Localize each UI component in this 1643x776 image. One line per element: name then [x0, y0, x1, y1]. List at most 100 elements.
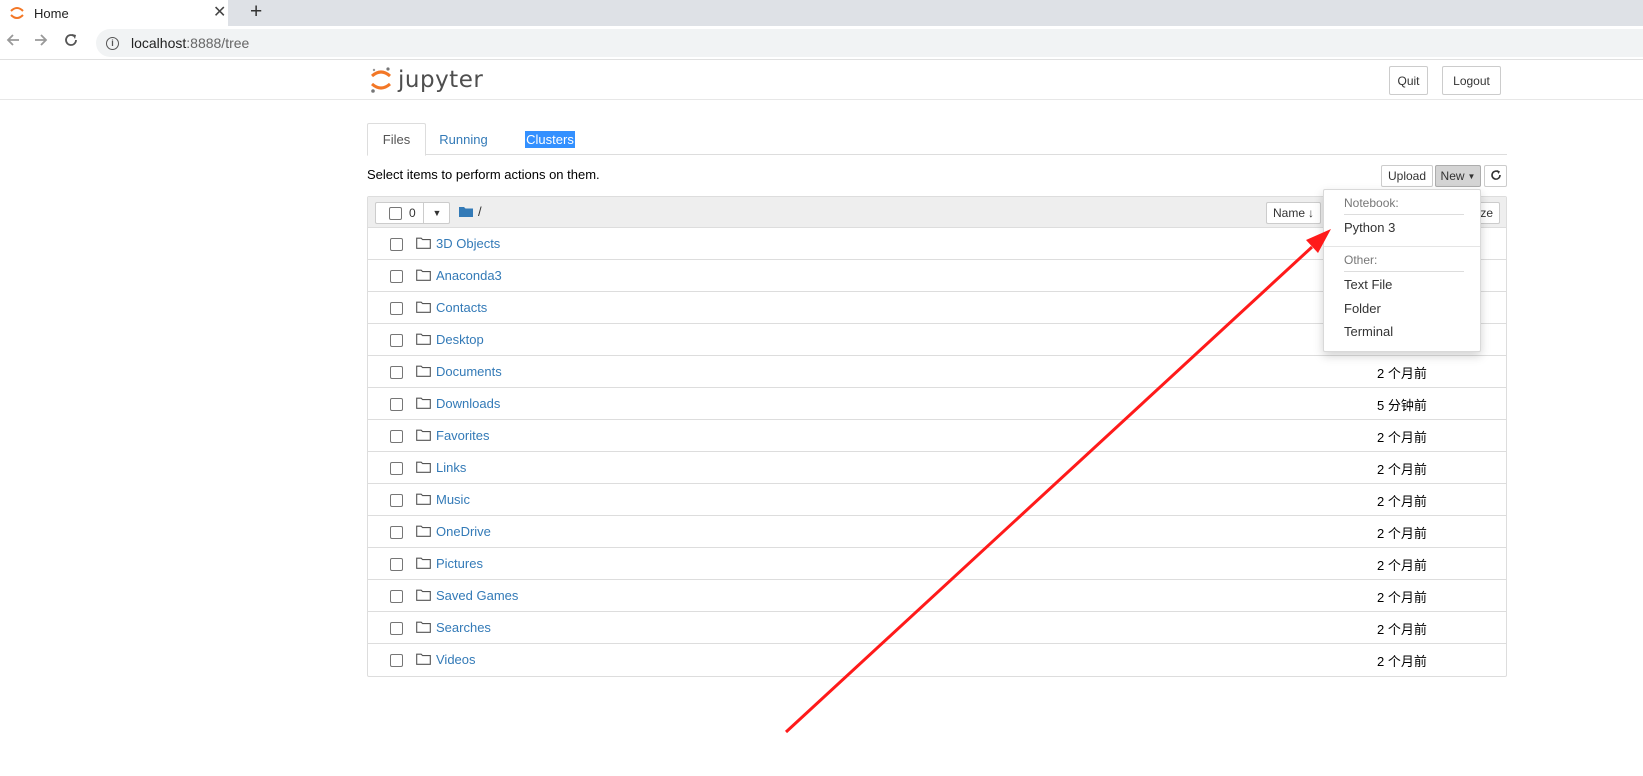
browser-tab-bar: Home ✕ +	[0, 0, 1643, 26]
folder-icon	[416, 237, 431, 249]
file-row[interactable]: OneDrive 2 个月前	[368, 516, 1506, 548]
folder-icon	[416, 269, 431, 281]
forward-arrow-icon[interactable]	[33, 32, 49, 52]
new-folder-item[interactable]: Folder	[1344, 301, 1381, 316]
row-checkbox[interactable]	[390, 302, 403, 315]
file-row[interactable]: Music 2 个月前	[368, 484, 1506, 516]
folder-link[interactable]: OneDrive	[436, 524, 491, 539]
file-row[interactable]: Documents 2 个月前	[368, 356, 1506, 388]
file-row[interactable]: Videos 2 个月前	[368, 644, 1506, 676]
folder-icon	[416, 301, 431, 313]
folder-link[interactable]: Documents	[436, 364, 502, 379]
row-checkbox[interactable]	[390, 622, 403, 635]
new-text-file-item[interactable]: Text File	[1344, 277, 1392, 292]
last-modified: 5 分钟前	[1377, 398, 1427, 413]
folder-link[interactable]: Saved Games	[436, 588, 518, 603]
row-checkbox[interactable]	[390, 526, 403, 539]
upload-button[interactable]: Upload	[1381, 165, 1433, 187]
select-all-checkbox[interactable]	[389, 207, 402, 220]
folder-link[interactable]: Downloads	[436, 396, 500, 411]
tab-running[interactable]: Running	[426, 123, 501, 155]
close-tab-icon[interactable]: ✕	[213, 3, 226, 23]
breadcrumb[interactable]: /	[459, 204, 482, 219]
folder-link[interactable]: Music	[436, 492, 470, 507]
breadcrumb-root[interactable]: /	[478, 204, 482, 219]
folder-link[interactable]: Contacts	[436, 300, 487, 315]
new-tab-icon[interactable]: +	[250, 0, 262, 24]
reload-icon[interactable]	[63, 32, 79, 52]
jupyter-header: jupyter Quit Logout	[0, 61, 1643, 100]
folder-link[interactable]: Favorites	[436, 428, 489, 443]
jupyter-logo[interactable]: jupyter	[370, 66, 483, 94]
tab-files[interactable]: Files	[367, 123, 426, 156]
row-checkbox[interactable]	[390, 430, 403, 443]
folder-link[interactable]: Videos	[436, 652, 476, 667]
dashboard-tabs: Files Running Clusters	[367, 123, 1507, 156]
refresh-button[interactable]	[1484, 165, 1507, 187]
new-dropdown-menu: Notebook: Python 3 Other: Text File Fold…	[1323, 189, 1481, 352]
file-row[interactable]: Downloads 5 分钟前	[368, 388, 1506, 420]
row-checkbox[interactable]	[390, 334, 403, 347]
refresh-icon	[1490, 169, 1502, 184]
back-arrow-icon[interactable]	[5, 32, 21, 52]
other-section-rule	[1344, 271, 1464, 272]
row-checkbox[interactable]	[390, 590, 403, 603]
folder-icon	[416, 333, 431, 345]
select-menu-caret-icon[interactable]: ▼	[423, 202, 450, 224]
folder-icon	[416, 589, 431, 601]
jupyter-favicon-icon	[9, 5, 25, 21]
row-checkbox[interactable]	[390, 462, 403, 475]
select-all-group[interactable]: 0 ▼	[375, 202, 450, 224]
folder-link[interactable]: Searches	[436, 620, 491, 635]
folder-icon	[416, 653, 431, 665]
file-row[interactable]: Favorites 2 个月前	[368, 420, 1506, 452]
notebook-section-header: Notebook:	[1344, 196, 1399, 210]
selection-hint: Select items to perform actions on them.	[367, 167, 600, 182]
file-row[interactable]: Saved Games 2 个月前	[368, 580, 1506, 612]
file-row[interactable]: Searches 2 个月前	[368, 612, 1506, 644]
new-terminal-item[interactable]: Terminal	[1344, 324, 1393, 339]
row-checkbox[interactable]	[390, 654, 403, 667]
row-checkbox[interactable]	[390, 238, 403, 251]
caret-down-icon: ▼	[1467, 171, 1476, 181]
last-modified: 2 个月前	[1377, 430, 1427, 445]
browser-tab-title: Home	[34, 5, 69, 21]
last-modified: 2 个月前	[1377, 558, 1427, 573]
last-modified: 2 个月前	[1377, 526, 1427, 541]
row-checkbox[interactable]	[390, 366, 403, 379]
row-checkbox[interactable]	[390, 270, 403, 283]
folder-link[interactable]: Links	[436, 460, 466, 475]
last-modified: 2 个月前	[1377, 622, 1427, 637]
tab-clusters[interactable]: Clusters	[525, 123, 575, 155]
folder-icon	[416, 493, 431, 505]
sort-by-name-button[interactable]: Name ↓	[1266, 202, 1321, 224]
new-button[interactable]: New ▼	[1435, 165, 1481, 187]
sort-by-name-label: Name	[1273, 206, 1306, 220]
last-modified: 2 个月前	[1377, 366, 1427, 381]
last-modified: 2 个月前	[1377, 590, 1427, 605]
row-checkbox[interactable]	[390, 558, 403, 571]
folder-icon	[416, 429, 431, 441]
file-row[interactable]: Links 2 个月前	[368, 452, 1506, 484]
new-python3-item[interactable]: Python 3	[1344, 220, 1395, 235]
folder-link[interactable]: Pictures	[436, 556, 483, 571]
last-modified: 2 个月前	[1377, 494, 1427, 509]
jupyter-logo-icon	[371, 67, 391, 93]
quit-button[interactable]: Quit	[1389, 66, 1428, 95]
file-row[interactable]: Pictures 2 个月前	[368, 548, 1506, 580]
browser-toolbar: i localhost:8888/tree	[0, 26, 1643, 60]
new-button-label: New	[1440, 169, 1465, 183]
row-checkbox[interactable]	[390, 398, 403, 411]
folder-link[interactable]: 3D Objects	[436, 236, 500, 251]
last-modified: 2 个月前	[1377, 654, 1427, 669]
info-icon[interactable]: i	[106, 36, 119, 50]
logout-button[interactable]: Logout	[1442, 66, 1501, 95]
folder-link[interactable]: Desktop	[436, 332, 484, 347]
folder-link[interactable]: Anaconda3	[436, 268, 502, 283]
folder-icon	[416, 397, 431, 409]
row-checkbox[interactable]	[390, 494, 403, 507]
browser-tab-home[interactable]: Home ✕	[0, 0, 228, 26]
address-bar[interactable]: i localhost:8888/tree	[96, 29, 1643, 57]
last-modified: 2 个月前	[1377, 462, 1427, 477]
folder-icon	[416, 557, 431, 569]
